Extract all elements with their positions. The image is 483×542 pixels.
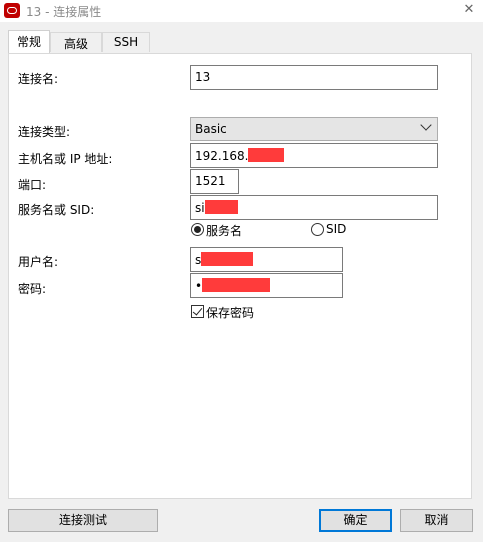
window-title: 13 - 连接属性 xyxy=(26,5,102,19)
username-label: 用户名: xyxy=(18,255,59,269)
port-label: 端口: xyxy=(18,178,47,192)
chevron-down-icon xyxy=(420,119,432,131)
port-input[interactable]: 1521 xyxy=(190,169,239,194)
close-button[interactable]: ✕ xyxy=(461,1,477,19)
username-input[interactable]: s xyxy=(190,247,343,272)
port-value: 1521 xyxy=(195,174,226,188)
service-input[interactable]: si xyxy=(190,195,438,220)
redaction-mark xyxy=(201,252,254,266)
password-label: 密码: xyxy=(18,282,47,296)
connection-type-label: 连接类型: xyxy=(18,125,71,139)
service-name-radio[interactable] xyxy=(191,223,204,236)
service-label: 服务名或 SID: xyxy=(18,203,95,217)
oracle-app-icon xyxy=(4,3,20,18)
tab-ssh[interactable]: SSH xyxy=(102,32,150,52)
sid-radio-label: SID xyxy=(326,222,347,236)
title-bar: 13 - 连接属性 ✕ xyxy=(0,0,483,22)
connection-name-label: 连接名: xyxy=(18,72,59,86)
redaction-mark xyxy=(202,278,271,292)
redaction-mark xyxy=(248,148,285,162)
service-name-radio-label: 服务名 xyxy=(206,224,243,238)
host-label: 主机名或 IP 地址: xyxy=(18,152,113,166)
host-input[interactable]: 192.168. xyxy=(190,143,438,168)
password-value: • xyxy=(195,279,203,293)
tab-general[interactable]: 常规 xyxy=(8,30,50,53)
service-value: si xyxy=(195,201,205,215)
test-connection-button[interactable]: 连接测试 xyxy=(8,509,158,532)
save-password-checkbox[interactable] xyxy=(191,305,204,318)
sid-radio[interactable] xyxy=(311,223,324,236)
connection-name-value: 13 xyxy=(195,70,211,84)
ok-button[interactable]: 确定 xyxy=(319,509,392,532)
tab-advanced[interactable]: 高级 xyxy=(50,32,102,52)
password-input[interactable]: • xyxy=(190,273,343,298)
save-password-label: 保存密码 xyxy=(206,306,255,320)
host-value: 192.168. xyxy=(195,149,249,163)
connection-type-value: Basic xyxy=(195,122,227,136)
connection-name-input[interactable]: 13 xyxy=(190,65,438,90)
redaction-mark xyxy=(204,200,238,214)
connection-type-select[interactable]: Basic xyxy=(190,117,438,141)
cancel-button[interactable]: 取消 xyxy=(400,509,473,532)
